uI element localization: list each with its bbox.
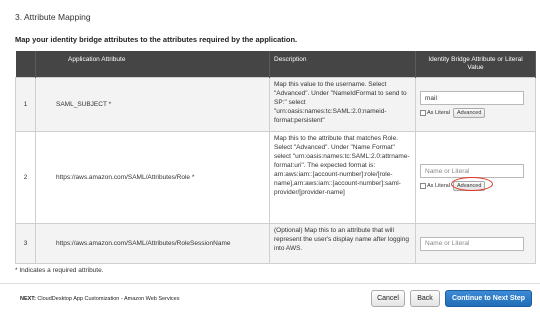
table-row: 2 https://aws.amazon.com/SAML/Attributes… <box>15 131 536 225</box>
header-identity-bridge: Identity Bridge Attribute or Literal Val… <box>415 51 536 78</box>
cancel-button[interactable]: Cancel <box>371 290 405 307</box>
application-attribute: https://aws.amazon.com/SAML/Attributes/R… <box>35 131 270 225</box>
row-number: 2 <box>15 131 36 225</box>
next-step-text: NEXT: CloudDesktop App Customization - A… <box>20 296 179 302</box>
table-row: 1 SAML_SUBJECT * Map this value to the u… <box>15 77 536 133</box>
attribute-description: Map this to the attribute that matches R… <box>269 131 416 225</box>
header-application-attribute: Application Attribute <box>35 51 270 78</box>
advanced-button[interactable]: Advanced <box>452 108 486 119</box>
table-row: 3 https://aws.amazon.com/SAML/Attributes… <box>15 223 536 265</box>
identity-bridge-cell <box>415 223 536 265</box>
attribute-description: Map this value to the username. Select "… <box>269 77 416 133</box>
row-number: 1 <box>15 77 36 133</box>
application-attribute: https://aws.amazon.com/SAML/Attributes/R… <box>35 223 270 265</box>
identity-bridge-cell: As Literal Advanced <box>415 131 536 225</box>
next-prefix: NEXT: <box>20 296 36 302</box>
literal-options: As Literal Advanced <box>420 177 531 192</box>
attribute-description: (Optional) Map this to an attribute that… <box>269 223 416 265</box>
highlight-circle <box>451 177 493 192</box>
attribute-mapping-table: Application Attribute Description Identi… <box>15 51 536 265</box>
section-title: 3. Attribute Mapping <box>15 12 91 22</box>
next-step-name: CloudDesktop App Customization - Amazon … <box>37 296 180 302</box>
header-num <box>15 51 36 78</box>
table-header-row: Application Attribute Description Identi… <box>15 51 536 78</box>
as-literal-checkbox[interactable] <box>420 110 426 117</box>
application-attribute: SAML_SUBJECT * <box>35 77 270 133</box>
identity-bridge-cell: As Literal Advanced <box>415 77 536 133</box>
identity-bridge-input[interactable] <box>420 164 524 179</box>
as-literal-checkbox[interactable] <box>420 183 426 190</box>
identity-bridge-input[interactable] <box>420 91 524 106</box>
literal-options: As Literal Advanced <box>420 108 531 119</box>
as-literal-label: As Literal <box>427 183 450 190</box>
identity-bridge-input[interactable] <box>420 236 524 251</box>
required-footnote: * Indicates a required attribute. <box>15 267 104 274</box>
section-subtitle: Map your identity bridge attributes to t… <box>15 35 298 44</box>
as-literal-label: As Literal <box>427 110 450 117</box>
header-description: Description <box>269 51 416 78</box>
back-button[interactable]: Back <box>410 290 440 307</box>
footer-divider <box>0 283 540 284</box>
continue-button[interactable]: Continue to Next Step <box>445 290 532 307</box>
row-number: 3 <box>15 223 36 265</box>
